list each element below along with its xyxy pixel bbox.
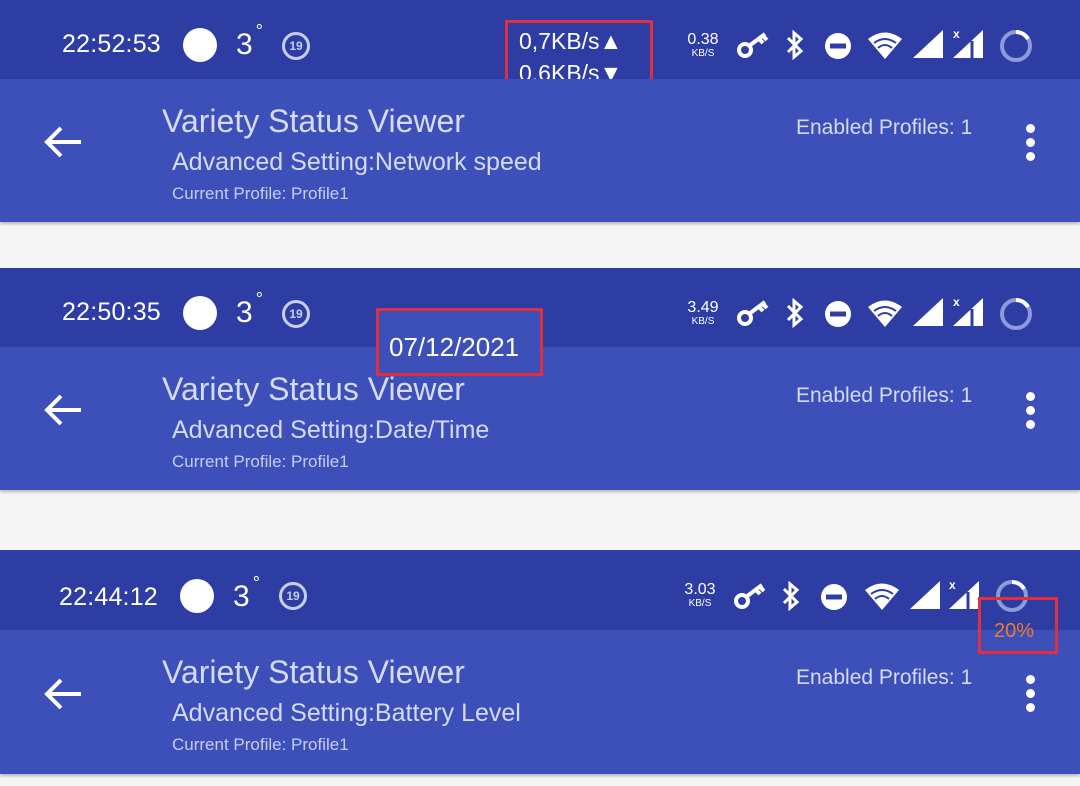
more-vert-icon[interactable]	[1018, 392, 1042, 432]
app-title: Variety Status Viewer	[162, 654, 465, 690]
status-time: 22:50:35	[62, 298, 161, 326]
battery-ring-icon	[1000, 298, 1032, 330]
advanced-setting-label: Advanced Setting:Network speed	[172, 148, 542, 176]
enabled-profiles-label: Enabled Profiles: 1	[796, 384, 973, 407]
svg-text:x: x	[953, 27, 960, 41]
screenshot-panel-network-speed: 22:52:53 3 ° 19 0,7KB/s▲ 0,6KB/s▼ 0.38 KB/…	[0, 0, 1080, 222]
screenshot-panel-date-time: 22:50:35 3 ° 19 3.49 KB/S x Variety Status…	[0, 268, 1080, 490]
current-profile-label: Current Profile: Profile1	[172, 452, 349, 471]
wifi-icon	[865, 583, 899, 610]
enabled-profiles-label: Enabled Profiles: 1	[796, 116, 973, 139]
app-title: Variety Status Viewer	[162, 103, 465, 139]
status-temperature: 3 °	[236, 21, 263, 61]
notification-badge-icon: 19	[279, 582, 307, 610]
svg-text:x: x	[953, 295, 960, 309]
svg-text:x: x	[949, 578, 956, 592]
status-temperature: 3 °	[233, 573, 260, 613]
status-dot-icon	[183, 296, 217, 330]
status-time: 22:52:53	[62, 30, 161, 58]
net-speed-indicator: 0.38 KB/S	[687, 31, 719, 59]
net-speed-indicator: 3.03 KB/S	[684, 581, 716, 609]
key-icon	[737, 32, 769, 58]
bluetooth-icon	[786, 298, 804, 328]
notification-badge-icon: 19	[282, 300, 310, 328]
bluetooth-icon	[782, 581, 800, 611]
back-arrow-icon[interactable]	[41, 672, 85, 716]
advanced-setting-label: Advanced Setting:Battery Level	[172, 699, 521, 727]
app-title: Variety Status Viewer	[162, 371, 465, 407]
status-time: 22:44:12	[59, 583, 158, 611]
back-arrow-icon[interactable]	[41, 388, 85, 432]
wifi-icon	[868, 32, 902, 59]
do-not-disturb-icon	[825, 301, 851, 327]
signal-no-data-icon: x	[949, 578, 979, 609]
do-not-disturb-icon	[821, 584, 847, 610]
status-dot-icon	[180, 579, 214, 613]
more-vert-icon[interactable]	[1018, 675, 1042, 715]
wifi-icon	[868, 300, 902, 327]
battery-ring-icon	[1000, 30, 1032, 62]
battery-percent-overlay: 20%	[994, 620, 1035, 642]
signal-icon	[913, 298, 943, 326]
status-bar: 22:44:12 3 ° 19 3.03 KB/S x	[0, 550, 1080, 630]
do-not-disturb-icon	[825, 33, 851, 59]
status-temperature: 3 °	[236, 289, 263, 329]
signal-no-data-icon: x	[953, 295, 983, 326]
bluetooth-icon	[786, 30, 804, 60]
enabled-profiles-label: Enabled Profiles: 1	[796, 666, 973, 689]
app-bar: Variety Status Viewer Advanced Setting:N…	[0, 79, 1080, 222]
signal-icon	[910, 581, 940, 609]
more-vert-icon[interactable]	[1018, 124, 1042, 164]
current-profile-label: Current Profile: Profile1	[172, 735, 349, 754]
app-bar: Variety Status Viewer Advanced Setting:B…	[0, 630, 1080, 774]
current-profile-label: Current Profile: Profile1	[172, 184, 349, 203]
key-icon	[737, 300, 769, 326]
key-icon	[734, 583, 766, 609]
screenshot-panel-battery-level: 22:44:12 3 ° 19 3.03 KB/S x Variety Status…	[0, 550, 1080, 774]
signal-icon	[913, 30, 943, 58]
status-dot-icon	[183, 28, 217, 62]
back-arrow-icon[interactable]	[41, 120, 85, 164]
notification-badge-icon: 19	[282, 32, 310, 60]
date-overlay: 07/12/2021	[389, 332, 520, 362]
net-speed-indicator: 3.49 KB/S	[687, 299, 719, 327]
signal-no-data-icon: x	[953, 27, 983, 58]
advanced-setting-label: Advanced Setting:Date/Time	[172, 416, 490, 444]
